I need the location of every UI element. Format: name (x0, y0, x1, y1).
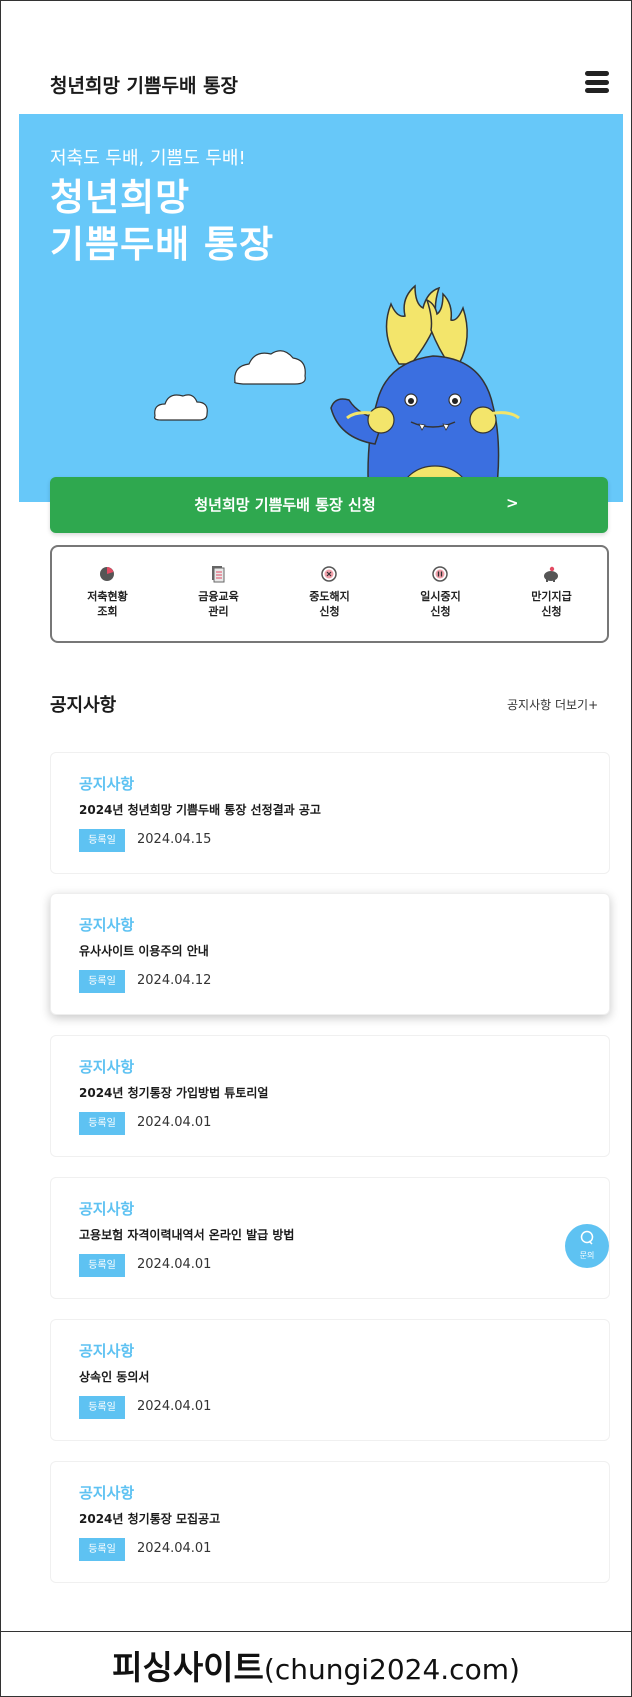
cancel-circle-icon (321, 566, 337, 582)
notice-date: 2024.04.01 (137, 1541, 212, 1556)
quick-menu-pause[interactable]: 일시중지 신청 (385, 547, 496, 641)
registered-date-badge: 등록일 (79, 1112, 125, 1135)
quick-menu: 저축현황 조회 금융교육 관리 중도해지 신청 일시중지 신청 만기지급 신청 (50, 545, 609, 643)
chevron-right-icon: > (506, 494, 519, 512)
registered-date-badge: 등록일 (79, 1396, 125, 1419)
notice-card[interactable]: 공지사항 2024년 청기통장 가입방법 튜토리얼 등록일 2024.04.01 (50, 1035, 610, 1157)
registered-date-badge: 등록일 (79, 1538, 125, 1561)
notice-category: 공지사항 (79, 1342, 135, 1360)
notice-date: 2024.04.01 (137, 1115, 212, 1130)
registered-date-badge: 등록일 (79, 970, 125, 993)
hamburger-menu-button[interactable] (585, 71, 609, 93)
notice-card[interactable]: 공지사항 2024년 청기통장 모집공고 등록일 2024.04.01 (50, 1461, 610, 1583)
notice-date: 2024.04.15 (137, 832, 212, 847)
caption-main: 피싱사이트 (112, 1648, 264, 1687)
dragon-mascot (330, 284, 520, 502)
quick-menu-label: 일시중지 신청 (420, 590, 461, 618)
quick-menu-finance-education[interactable]: 금융교육 관리 (163, 547, 274, 641)
pause-circle-icon (432, 566, 448, 582)
quick-menu-label: 중도해지 신청 (309, 590, 350, 618)
app-title: 청년희망 기쁨두배 통장 (50, 75, 239, 97)
quick-menu-savings-status[interactable]: 저축현황 조회 (52, 547, 163, 641)
header: 청년희망 기쁨두배 통장 (1, 63, 631, 103)
notice-card[interactable]: 공지사항 유사사이트 이용주의 안내 등록일 2024.04.12 (50, 893, 610, 1015)
notice-title: 상속인 동의서 (79, 1370, 150, 1384)
notice-date: 2024.04.01 (137, 1399, 212, 1414)
notice-category: 공지사항 (79, 1484, 135, 1502)
apply-button[interactable]: 청년희망 기쁨두배 통장 신청 > (50, 477, 608, 533)
notice-category: 공지사항 (79, 1200, 135, 1218)
quick-menu-early-termination[interactable]: 중도해지 신청 (274, 547, 385, 641)
cloud-icon (234, 350, 306, 385)
quick-menu-label: 만기지급 신청 (531, 590, 572, 618)
notice-title: 2024년 청년희망 기쁨두배 통장 선정결과 공고 (79, 803, 321, 817)
notice-date: 2024.04.01 (137, 1257, 212, 1272)
notice-card[interactable]: 공지사항 2024년 청년희망 기쁨두배 통장 선정결과 공고 등록일 2024… (50, 752, 610, 874)
menu-icon-bar (585, 71, 609, 76)
notice-category: 공지사항 (79, 1058, 135, 1076)
menu-icon-bar (585, 88, 609, 93)
menu-icon-bar (585, 79, 609, 85)
quick-menu-label: 금융교육 관리 (198, 590, 239, 618)
notice-date: 2024.04.12 (137, 973, 212, 988)
apply-button-label: 청년희망 기쁨두배 통장 신청 (194, 496, 376, 514)
notice-category: 공지사항 (79, 775, 135, 793)
hero-title: 청년희망 기쁨두배 통장 (50, 176, 275, 266)
caption-divider (1, 1631, 631, 1632)
caption-domain: (chungi2024.com) (263, 1653, 520, 1686)
chat-bubble-icon (580, 1230, 594, 1245)
notice-card[interactable]: 공지사항 상속인 동의서 등록일 2024.04.01 (50, 1319, 610, 1441)
registered-date-badge: 등록일 (79, 829, 125, 852)
inquiry-chat-button[interactable]: 문의 (565, 1224, 609, 1268)
registered-date-badge: 등록일 (79, 1254, 125, 1277)
notice-more-link[interactable]: 공지사항 더보기+ (507, 696, 598, 713)
piggy-bank-icon (544, 566, 558, 582)
cloud-icon (154, 394, 208, 421)
notice-card[interactable]: 공지사항 고용보험 자격이력내역서 온라인 발급 방법 등록일 2024.04.… (50, 1177, 610, 1299)
pie-chart-icon (100, 567, 114, 581)
phishing-caption: 피싱사이트(chungi2024.com) (1, 1641, 631, 1689)
notice-title: 2024년 청기통장 가입방법 튜토리얼 (79, 1086, 269, 1100)
quick-menu-maturity-payment[interactable]: 만기지급 신청 (496, 547, 607, 641)
chat-label: 문의 (579, 1251, 595, 1260)
notice-title: 유사사이트 이용주의 안내 (79, 944, 209, 958)
notice-section-title: 공지사항 (50, 695, 117, 716)
document-icon (212, 566, 225, 583)
hero-illustration (154, 284, 520, 502)
quick-menu-label: 저축현황 조회 (87, 590, 128, 618)
notice-title: 2024년 청기통장 모집공고 (79, 1512, 221, 1526)
hero-subtitle: 저축도 두배, 기쁨도 두배! (50, 148, 246, 169)
page-frame: 청년희망 기쁨두배 통장 저축도 두배, 기쁨도 두배! 청년희망 기쁨두배 통… (0, 0, 632, 1697)
notice-category: 공지사항 (79, 916, 135, 934)
notice-title: 고용보험 자격이력내역서 온라인 발급 방법 (79, 1228, 295, 1242)
hero-banner: 저축도 두배, 기쁨도 두배! 청년희망 기쁨두배 통장 (19, 114, 623, 502)
